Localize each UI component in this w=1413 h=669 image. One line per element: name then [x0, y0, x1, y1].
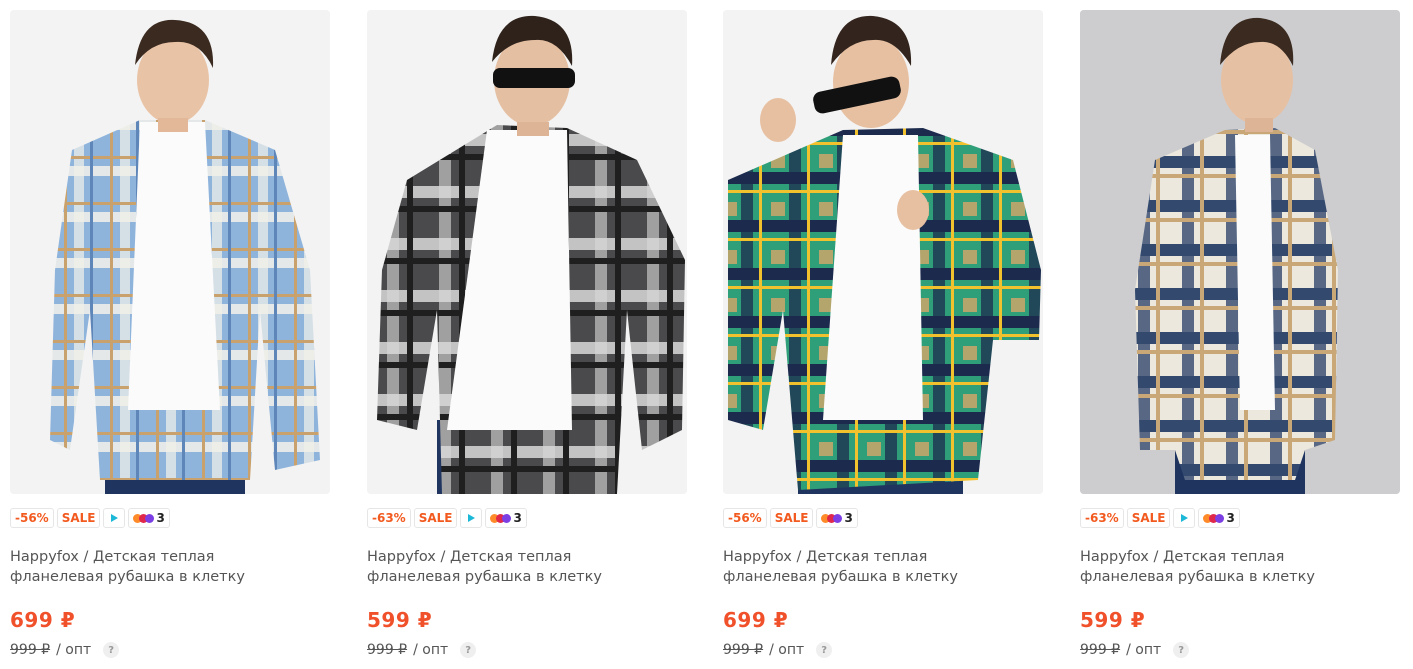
product-title-line: фланелевая рубашка в клетку: [10, 569, 245, 585]
product-image: [723, 10, 1043, 494]
badge-row: -63% SALE 3: [1080, 508, 1400, 528]
old-price-row: 999 ₽ / опт ?: [1080, 642, 1400, 658]
old-price-row: 999 ₽ / опт ?: [367, 642, 687, 658]
discount-badge: -63%: [1080, 508, 1124, 528]
wholesale-label: / опт: [769, 642, 805, 658]
video-badge[interactable]: [1173, 508, 1196, 528]
product-title-line: Happyfox / Детская теплая: [10, 549, 215, 565]
help-icon[interactable]: ?: [460, 642, 477, 658]
discount-badge: -63%: [367, 508, 411, 528]
product-photo[interactable]: [10, 10, 330, 494]
help-icon[interactable]: ?: [816, 642, 833, 658]
product-grid: -56% SALE 3 Happyfox / Детская теплая фл…: [0, 0, 1413, 669]
coin-icon: [833, 513, 843, 523]
product-image: [10, 10, 330, 494]
badge-row: -56% SALE 3: [723, 508, 1043, 528]
current-price: 599 ₽: [1080, 608, 1146, 632]
wholesale-label: / опт: [56, 642, 92, 658]
sale-badge: SALE: [769, 508, 814, 528]
current-price: 699 ₽: [723, 608, 789, 632]
old-price: 999 ₽: [367, 642, 408, 658]
video-badge[interactable]: [460, 508, 483, 528]
loyalty-badge[interactable]: 3: [128, 508, 170, 528]
product-title[interactable]: Happyfox / Детская теплая фланелевая руб…: [10, 547, 310, 587]
product-photo[interactable]: [367, 10, 687, 494]
loyalty-count: 3: [1226, 511, 1235, 525]
old-price-row: 999 ₽ / опт ?: [723, 642, 1043, 658]
current-price: 599 ₽: [367, 608, 433, 632]
sale-badge: SALE: [56, 508, 101, 528]
wholesale-label: / опт: [413, 642, 449, 658]
product-title-line: фланелевая рубашка в клетку: [1080, 569, 1315, 585]
old-price: 999 ₽: [1080, 642, 1121, 658]
product-title-line: Happyfox / Детская теплая: [723, 549, 928, 565]
badge-row: -56% SALE 3: [10, 508, 330, 528]
current-price: 699 ₽: [10, 608, 76, 632]
product-image: [1080, 10, 1400, 494]
loyalty-count: 3: [156, 511, 165, 525]
help-icon[interactable]: ?: [1173, 642, 1190, 658]
wholesale-label: / опт: [1126, 642, 1162, 658]
product-image: [367, 10, 687, 494]
discount-badge: -56%: [723, 508, 767, 528]
play-icon: [1180, 514, 1188, 522]
help-icon[interactable]: ?: [103, 642, 120, 658]
product-title-line: Happyfox / Детская теплая: [1080, 549, 1285, 565]
play-icon: [110, 514, 118, 522]
loyalty-count: 3: [844, 511, 853, 525]
loyalty-badge[interactable]: 3: [816, 508, 858, 528]
sale-badge: SALE: [413, 508, 458, 528]
coin-icon: [1215, 513, 1225, 523]
discount-badge: -56%: [10, 508, 54, 528]
badge-row: -63% SALE 3: [367, 508, 687, 528]
product-title[interactable]: Happyfox / Детская теплая фланелевая руб…: [367, 547, 667, 587]
coin-icon: [145, 513, 155, 523]
coin-icon: [502, 513, 512, 523]
product-photo[interactable]: [723, 10, 1043, 494]
old-price: 999 ₽: [10, 642, 51, 658]
product-title-line: фланелевая рубашка в клетку: [723, 569, 958, 585]
loyalty-badge[interactable]: 3: [1198, 508, 1240, 528]
loyalty-badge[interactable]: 3: [485, 508, 527, 528]
video-badge[interactable]: [103, 508, 126, 528]
product-title[interactable]: Happyfox / Детская теплая фланелевая руб…: [1080, 547, 1380, 587]
product-title-line: фланелевая рубашка в клетку: [367, 569, 602, 585]
sale-badge: SALE: [1126, 508, 1171, 528]
old-price-row: 999 ₽ / опт ?: [10, 642, 330, 658]
product-title-line: Happyfox / Детская теплая: [367, 549, 572, 565]
play-icon: [467, 514, 475, 522]
old-price: 999 ₽: [723, 642, 764, 658]
product-title[interactable]: Happyfox / Детская теплая фланелевая руб…: [723, 547, 1023, 587]
product-card[interactable]: -56% SALE 3 Happyfox / Детская теплая фл…: [10, 10, 330, 658]
product-card[interactable]: -63% SALE 3 Happyfox / Детская теплая фл…: [1080, 10, 1400, 658]
product-card[interactable]: -63% SALE 3 Happyfox / Детская теплая фл…: [367, 10, 687, 658]
loyalty-count: 3: [513, 511, 522, 525]
product-photo[interactable]: [1080, 10, 1400, 494]
product-card[interactable]: -56% SALE 3 Happyfox / Детская теплая фл…: [723, 10, 1043, 658]
